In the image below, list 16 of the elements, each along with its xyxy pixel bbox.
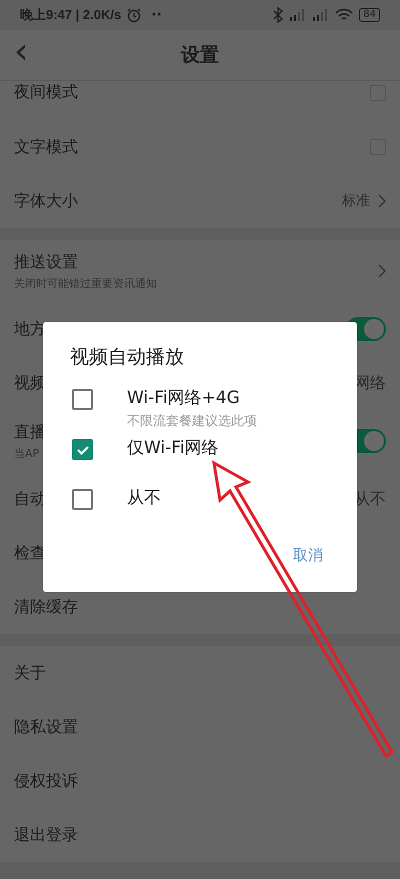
row-label: 侵权投诉 <box>14 770 78 792</box>
row-label: 文字模式 <box>14 136 78 158</box>
row-value: 标准 <box>342 192 370 210</box>
row-label: 推送设置 <box>14 252 78 272</box>
row-label: 关于 <box>14 662 46 684</box>
dialog-title: 视频自动播放 <box>70 345 185 370</box>
row-label: 清除缓存 <box>14 596 78 618</box>
row-label: 退出登录 <box>14 824 78 846</box>
battery-indicator: 84 <box>359 8 380 22</box>
row-label: 隐私设置 <box>14 716 78 738</box>
notification-dots: ·· <box>151 7 162 23</box>
option-hint: 不限流套餐建议选此项 <box>127 413 257 430</box>
status-time: 晚上9:47 | 2.0K/s <box>20 6 122 24</box>
row-label: 字体大小 <box>14 190 78 212</box>
page-title: 设置 <box>181 43 219 68</box>
row-label: 夜间模式 <box>14 82 78 103</box>
